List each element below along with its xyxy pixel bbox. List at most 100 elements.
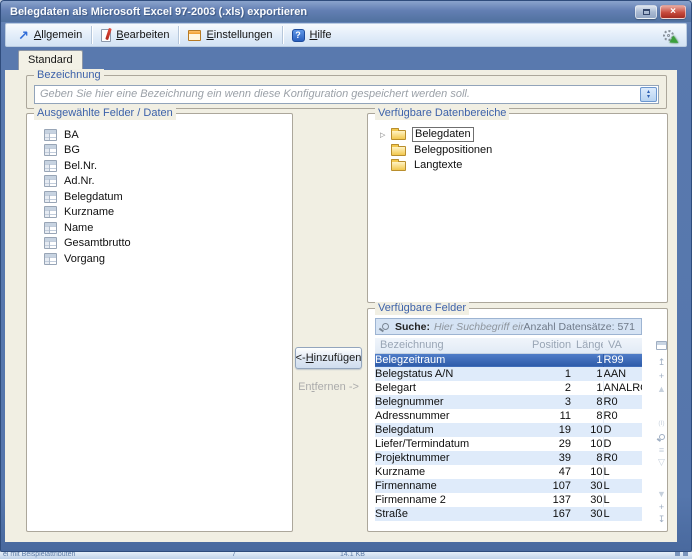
cell-laenge: 8 <box>571 409 603 423</box>
table-row[interactable]: Firmenname10730L <box>375 479 642 493</box>
cell-va: AAN <box>603 367 642 381</box>
navigator-search-icon[interactable] <box>655 430 668 443</box>
column-header-länge[interactable]: Länge <box>571 338 603 353</box>
navigator-scroll-bottom-icon[interactable]: ↧ <box>655 513 668 526</box>
navigator-next-page-icon[interactable]: ▼ <box>655 487 668 500</box>
list-item[interactable]: Name <box>28 220 291 236</box>
toolbar-label-bearbeiten: Bearbeiten <box>116 29 169 41</box>
cell-laenge: 30 <box>571 493 603 507</box>
table-row[interactable]: Belegnummer38R0 <box>375 395 642 409</box>
table-row[interactable]: Belegstatus A/N11AAN <box>375 367 642 381</box>
add-button[interactable]: <- Hinzufügen <box>295 347 362 369</box>
cell-bezeichnung: Belegnummer <box>375 395 527 409</box>
screen: Belegdaten als Microsoft Excel 97-2003 (… <box>0 0 692 559</box>
background-statusbar: el mit Beispielattributen 7 14.1 KB <box>0 552 692 559</box>
list-item-label: BA <box>64 129 79 141</box>
cell-bezeichnung: Projektnummer <box>375 451 527 465</box>
bezeichnung-group-label: Bezeichnung <box>34 69 104 82</box>
cell-bezeichnung: Belegart <box>375 381 527 395</box>
fields-table-header[interactable]: BezeichnungPositionLängeVA <box>375 338 642 353</box>
toolbar-item-allgemein[interactable]: ↗ Allgemein <box>10 25 90 45</box>
settings-window-icon <box>188 30 201 41</box>
search-bar[interactable]: Suche: Hier Suchbegriff eingebe Anzahl D… <box>375 318 642 335</box>
close-button[interactable]: × <box>660 5 686 19</box>
table-row[interactable]: Projektnummer398R0 <box>375 451 642 465</box>
list-item-label: Bel.Nr. <box>64 160 97 172</box>
toolbar-item-bearbeiten[interactable]: Bearbeiten <box>93 25 177 45</box>
column-header-bezeichnung[interactable]: Bezeichnung <box>375 338 527 353</box>
folder-icon <box>391 146 406 156</box>
list-item-label: Gesamtbrutto <box>64 237 131 249</box>
column-chooser-icon <box>656 341 667 350</box>
green-arrow-icon <box>670 36 681 47</box>
table-row[interactable]: Belegdatum1910D <box>375 423 642 437</box>
navigator-move-down-icon[interactable]: + <box>655 500 668 513</box>
list-item[interactable]: Belegdatum <box>28 189 291 205</box>
cell-laenge: 1 <box>571 367 603 381</box>
dropdown-button[interactable]: ▴▾ <box>640 87 657 102</box>
statusbar-right-text: 14.1 KB <box>340 552 365 558</box>
cell-va: L <box>603 479 642 493</box>
tree-item-belegdaten[interactable]: ▷Belegdaten <box>369 127 666 143</box>
table-row[interactable]: Liefer/Termindatum2910D <box>375 437 642 451</box>
list-item[interactable]: Ad.Nr. <box>28 174 291 190</box>
field-grid-icon <box>44 253 57 265</box>
available-fields-group-label: Verfügbare Felder <box>375 302 469 315</box>
column-header-va[interactable]: VA <box>603 338 642 353</box>
toolbar-item-einstellungen[interactable]: Einstellungen <box>180 25 280 45</box>
table-row[interactable]: Adressnummer118R0 <box>375 409 642 423</box>
cell-laenge: 10 <box>571 465 603 479</box>
list-item-label: Vorgang <box>64 253 105 265</box>
toolbar: ↗ Allgemein Bearbeiten Einstellungen ? H… <box>5 23 687 47</box>
cell-position: 47 <box>527 465 571 479</box>
navigator-column-chooser-icon[interactable] <box>655 339 668 352</box>
navigator-scroll-top-icon[interactable]: ↥ <box>655 356 668 369</box>
navigator-insert-icon[interactable]: (I) <box>655 417 668 430</box>
cell-position: 2 <box>527 381 571 395</box>
restore-button[interactable] <box>635 5 657 19</box>
cell-bezeichnung: Adressnummer <box>375 409 527 423</box>
list-item[interactable]: BA <box>28 127 291 143</box>
cell-va: L <box>603 507 642 521</box>
cell-bezeichnung: Firmenname 2 <box>375 493 527 507</box>
cell-bezeichnung: Belegdatum <box>375 423 527 437</box>
tab-strip: Standard <box>5 48 687 70</box>
list-item[interactable]: Bel.Nr. <box>28 158 291 174</box>
tree-item-belegpositionen[interactable]: Belegpositionen <box>369 143 666 159</box>
list-item[interactable]: Vorgang <box>28 251 291 267</box>
tree-item-langtexte[interactable]: Langtexte <box>369 158 666 174</box>
navigator-move-up-icon[interactable]: + <box>655 369 668 382</box>
navigator-xsl-icon[interactable]: ≡ <box>655 443 668 456</box>
navigator-filter-icon[interactable]: ▽ <box>655 456 668 469</box>
table-row[interactable]: Straße16730L <box>375 507 642 521</box>
list-item[interactable]: Gesamtbrutto <box>28 236 291 252</box>
navigator-prev-page-icon[interactable]: ▲ <box>655 382 668 395</box>
table-row[interactable]: Kurzname4710L <box>375 465 642 479</box>
bezeichnung-group: Bezeichnung Geben Sie hier eine Bezeichn… <box>26 75 667 109</box>
list-item-label: Belegdatum <box>64 191 123 203</box>
list-item[interactable]: BG <box>28 143 291 159</box>
cell-position: 39 <box>527 451 571 465</box>
list-item[interactable]: Kurzname <box>28 205 291 221</box>
cell-position: 107 <box>527 479 571 493</box>
export-run-button[interactable] <box>657 25 679 45</box>
table-row[interactable]: Belegzeitraum1R99 <box>375 353 642 367</box>
cell-bezeichnung: Liefer/Termindatum <box>375 437 527 451</box>
titlebar[interactable]: Belegdaten als Microsoft Excel 97-2003 (… <box>1 1 691 22</box>
search-input[interactable]: Hier Suchbegriff eingebe <box>434 321 523 333</box>
list-item-label: Ad.Nr. <box>64 175 95 187</box>
toolbar-item-hilfe[interactable]: ? Hilfe <box>284 25 340 45</box>
tab-standard[interactable]: Standard <box>18 50 83 70</box>
table-row[interactable]: Belegart21ANALRGI <box>375 381 642 395</box>
expander-icon[interactable]: ▷ <box>380 131 391 139</box>
table-row[interactable]: Firmenname 213730L <box>375 493 642 507</box>
tab-page-standard: Bezeichnung Geben Sie hier eine Bezeichn… <box>5 70 677 542</box>
cell-position: 11 <box>527 409 571 423</box>
bezeichnung-input[interactable]: Geben Sie hier eine Bezeichnung ein wenn… <box>34 85 659 104</box>
cell-va: D <box>603 437 642 451</box>
cell-laenge: 8 <box>571 451 603 465</box>
remove-button[interactable]: Entfernen -> <box>293 381 364 393</box>
cell-va: R99 <box>603 353 642 367</box>
toolbar-separator <box>178 26 179 44</box>
column-header-position[interactable]: Position <box>527 338 571 353</box>
